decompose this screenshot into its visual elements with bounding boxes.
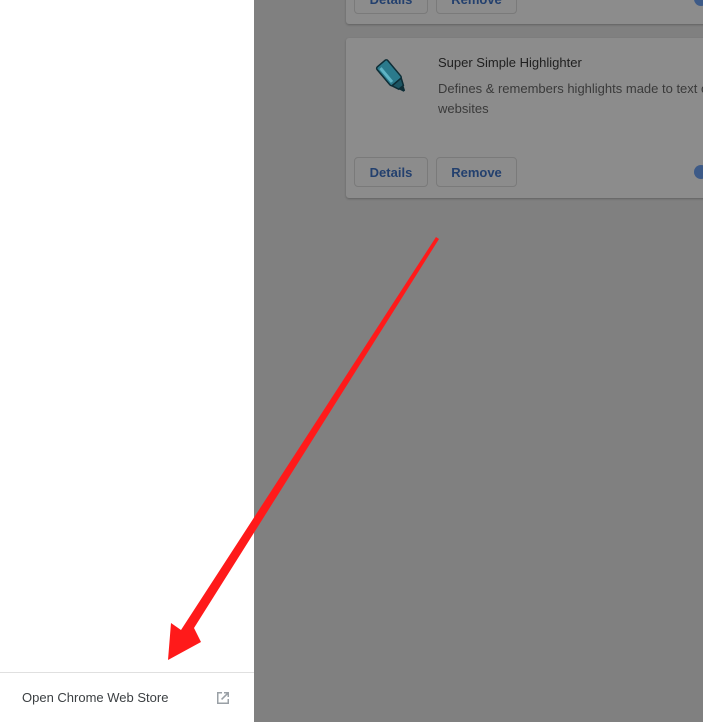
details-button[interactable]: Details	[354, 157, 428, 187]
remove-button[interactable]: Remove	[436, 0, 517, 14]
extension-card-super-simple-highlighter: Super Simple Highlighter Defines & remem…	[346, 38, 703, 198]
extension-card-previous: Details Remove	[346, 0, 703, 24]
side-drawer: Open Chrome Web Store	[0, 0, 254, 722]
highlighter-marker-icon	[370, 58, 414, 98]
remove-button[interactable]: Remove	[436, 157, 517, 187]
extension-name: Super Simple Highlighter	[438, 55, 582, 70]
extension-description: Defines & remembers highlights made to t…	[438, 81, 703, 116]
drawer-footer: Open Chrome Web Store	[0, 672, 254, 722]
enable-toggle[interactable]	[694, 0, 703, 6]
enable-toggle[interactable]	[694, 165, 703, 179]
open-in-new-icon[interactable]	[214, 689, 232, 707]
details-button[interactable]: Details	[354, 0, 428, 14]
open-chrome-web-store-link[interactable]: Open Chrome Web Store	[22, 690, 168, 705]
